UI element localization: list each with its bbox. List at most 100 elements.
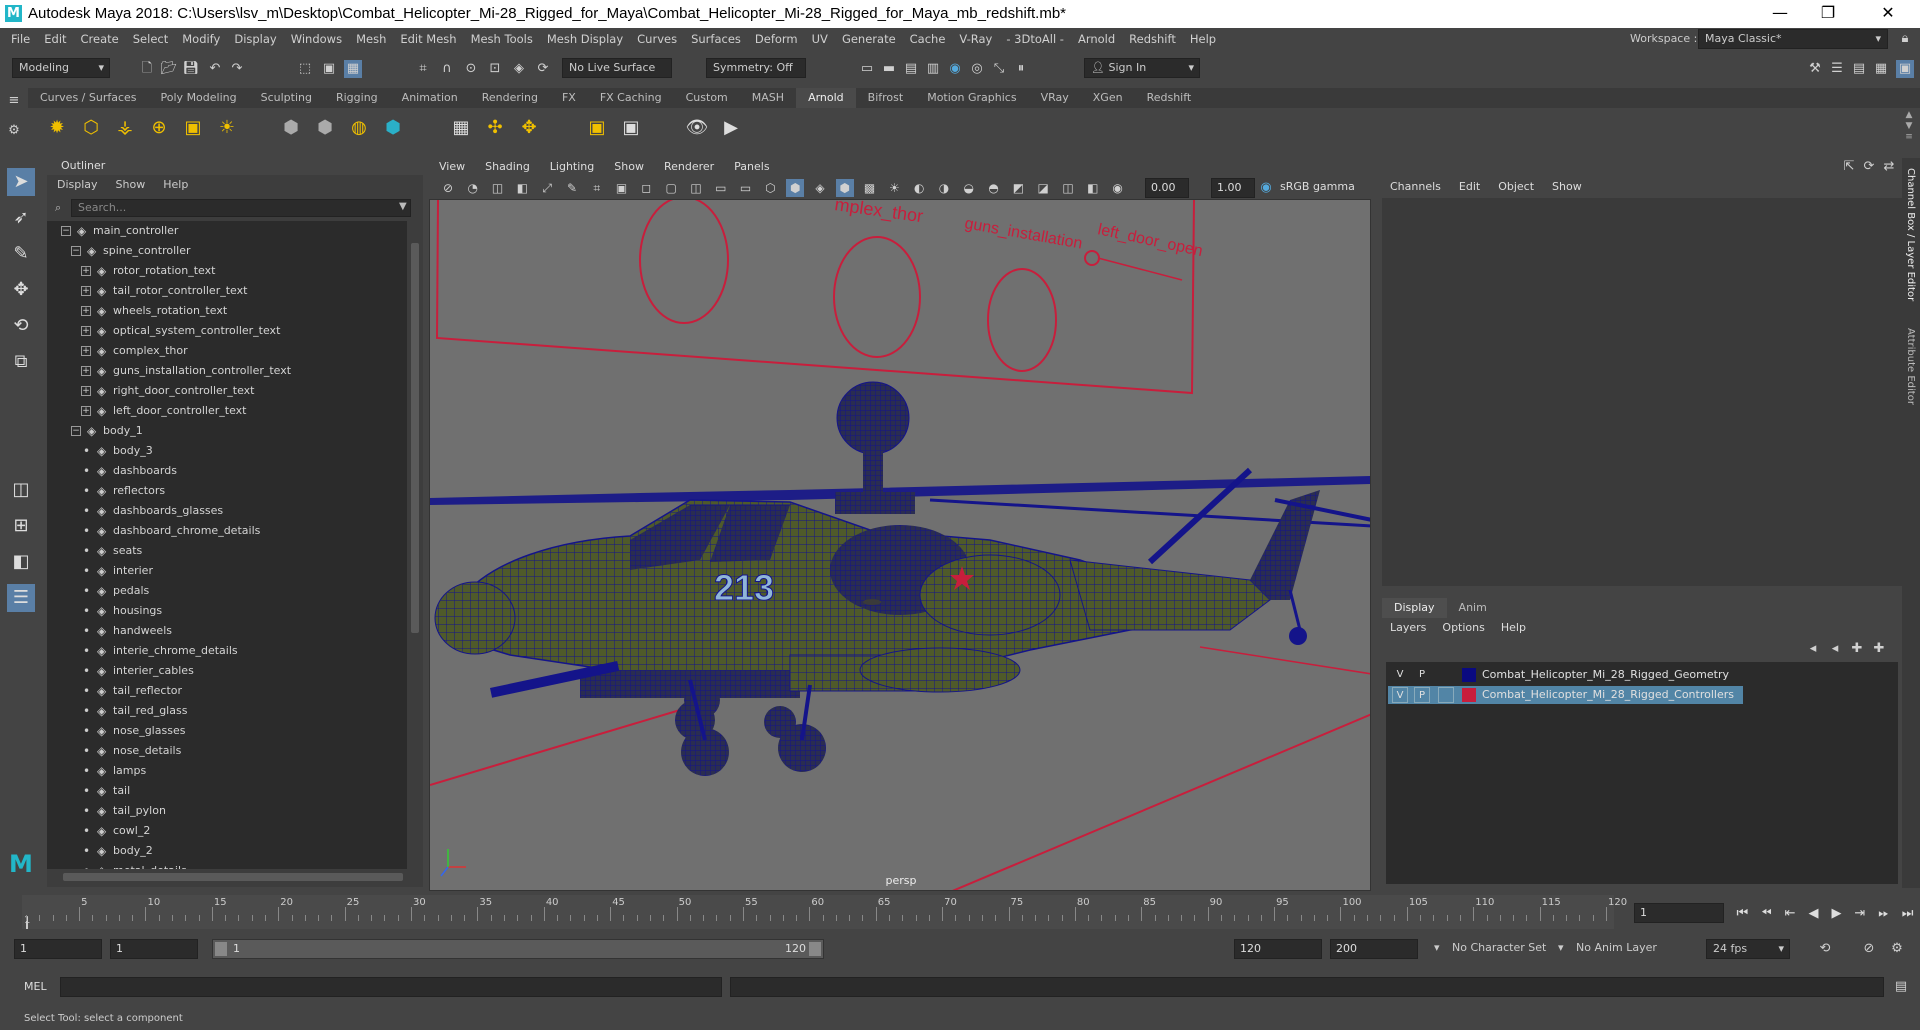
character-icon[interactable]: ☰	[1828, 60, 1846, 78]
outliner-item[interactable]: • ◈ tail_pylon	[47, 801, 407, 821]
outliner-menu-display[interactable]: Display	[57, 175, 98, 195]
search-options-icon[interactable]: ▼	[399, 201, 407, 212]
mel-label[interactable]: MEL	[24, 974, 47, 1000]
refresh-icon[interactable]: ⟳	[1860, 158, 1878, 176]
outliner-item[interactable]: • ◈ interier	[47, 561, 407, 581]
outliner-menu-help[interactable]: Help	[163, 175, 188, 195]
shelf-tab-mash[interactable]: MASH	[740, 88, 796, 108]
arnold-export-icon[interactable]: ▣	[618, 116, 644, 140]
isolate-select-icon[interactable]: ◩	[1009, 179, 1027, 197]
outliner-item[interactable]: • ◈ body_3	[47, 441, 407, 461]
menu-file[interactable]: File	[4, 28, 37, 50]
go-to-end-icon[interactable]: ⏭︎	[1902, 906, 1914, 921]
attribute-editor-tab[interactable]: Attribute Editor	[1905, 328, 1916, 405]
minimize-icon[interactable]: —	[1770, 3, 1790, 23]
menu-help[interactable]: Help	[1183, 28, 1223, 50]
skydome-light-icon[interactable]: ✹	[44, 116, 70, 140]
loop-icon[interactable]: ⟲	[1816, 940, 1834, 958]
outliner-item[interactable]: • ◈ nose_glasses	[47, 721, 407, 741]
paint-select-icon[interactable]: ✎	[7, 240, 35, 268]
outliner-item[interactable]: • ◈ lamps	[47, 761, 407, 781]
single-pane-layout-icon[interactable]: ◫	[7, 476, 35, 504]
go-to-start-icon[interactable]: ⏮︎	[1736, 906, 1748, 921]
lock-camera-icon[interactable]: ◔	[464, 179, 482, 197]
outliner-item[interactable]: − ◈ main_controller	[47, 221, 407, 241]
sign-in-button[interactable]: 👤︎ Sign In ▾	[1084, 58, 1200, 78]
move-layer-down-icon[interactable]: ◂	[1826, 640, 1844, 658]
render-icon[interactable]: ▭	[858, 60, 876, 78]
play-backwards-icon[interactable]: ◀	[1808, 906, 1818, 921]
tool-settings-icon[interactable]: ▦	[1872, 60, 1890, 78]
select-tool-icon[interactable]: ➤	[7, 168, 35, 196]
outliner-item[interactable]: + ◈ left_door_controller_text	[47, 401, 407, 421]
exposure-icon[interactable]: ◉	[1109, 179, 1127, 197]
outliner-item[interactable]: + ◈ optical_system_controller_text	[47, 321, 407, 341]
color-management-icon[interactable]: ◉	[1257, 179, 1275, 197]
step-back-frame-icon[interactable]: ⇤	[1785, 906, 1796, 921]
textured-icon[interactable]: ▩	[861, 179, 879, 197]
select-camera-icon[interactable]: ⊘	[439, 179, 457, 197]
time-ticks[interactable]: 1 5 10 15 20 25 30 35 40 45 50 55 60 65 70 75 80 85 90 95 1…	[22, 895, 1627, 929]
area-light-icon[interactable]: ⬡	[78, 116, 104, 140]
snap-surface-icon[interactable]: ◈	[510, 60, 528, 78]
anim-prefs-icon[interactable]: ⚙︎	[1888, 940, 1906, 958]
menu-uv[interactable]: UV	[805, 28, 835, 50]
menu-deform[interactable]: Deform	[748, 28, 805, 50]
live-surface-field[interactable]: No Live Surface	[562, 58, 672, 78]
menu-modify[interactable]: Modify	[175, 28, 227, 50]
snap-view-icon[interactable]: ⊡	[486, 60, 504, 78]
wireframe-icon[interactable]: ⬡	[761, 179, 779, 197]
outliner-item[interactable]: • ◈ tail_reflector	[47, 681, 407, 701]
range-end-handle[interactable]	[809, 942, 821, 956]
menu-windows[interactable]: Windows	[284, 28, 349, 50]
outliner-item[interactable]: • ◈ housings	[47, 601, 407, 621]
smooth-shade-icon[interactable]: ⬢	[786, 179, 805, 197]
menu-cache[interactable]: Cache	[903, 28, 953, 50]
menu-3dtoall[interactable]: - 3DtoAll -	[999, 28, 1071, 50]
menu-v-ray[interactable]: V-Ray	[952, 28, 999, 50]
wireframe-on-shaded-icon[interactable]: ⬢	[835, 179, 854, 197]
shelf-tab-bifrost[interactable]: Bifrost	[856, 88, 916, 108]
layer-color-swatch[interactable]	[1462, 688, 1476, 702]
shelf-tab-redshift[interactable]: Redshift	[1135, 88, 1204, 108]
mode-dropdown[interactable]: Modeling ▾	[12, 58, 110, 78]
layer-playback-toggle[interactable]: P	[1414, 667, 1430, 683]
outliner-item[interactable]: • ◈ cowl_2	[47, 821, 407, 841]
bookmark-icon[interactable]: ◫	[489, 179, 507, 197]
menu-mesh-tools[interactable]: Mesh Tools	[464, 28, 540, 50]
film-gate-icon[interactable]: ▣	[613, 179, 631, 197]
standin-icon[interactable]: ⬢	[278, 116, 304, 140]
outliner-item[interactable]: • ◈ interier_cables	[47, 661, 407, 681]
modeling-toolkit-icon[interactable]: ⚒︎	[1806, 60, 1824, 78]
menu-display[interactable]: Display	[227, 28, 283, 50]
viewport-menu-shading[interactable]: Shading	[485, 158, 530, 176]
outliner-scrollbar[interactable]	[409, 221, 421, 869]
camera-icon[interactable]: ◎	[968, 60, 986, 78]
default-material-icon[interactable]: ◈	[811, 179, 829, 197]
outliner-item[interactable]: + ◈ complex_thor	[47, 341, 407, 361]
close-icon[interactable]: ✕	[1878, 3, 1898, 23]
animation-start-field[interactable]: 1	[14, 939, 102, 959]
outliner-item[interactable]: + ◈ rotor_rotation_text	[47, 261, 407, 281]
menu-mesh-display[interactable]: Mesh Display	[540, 28, 630, 50]
mel-input[interactable]	[60, 977, 722, 997]
layer-row[interactable]: V P Combat_Helicopter_Mi_28_Rigged_Control…	[1388, 686, 1743, 704]
two-pane-layout-icon[interactable]: ◧	[7, 548, 35, 576]
viewport-menu-lighting[interactable]: Lighting	[550, 158, 594, 176]
layer-visibility-toggle[interactable]: V	[1392, 687, 1408, 703]
scrollbar-thumb[interactable]	[63, 873, 403, 881]
ipr-icon[interactable]: ◉	[946, 60, 964, 78]
shelf-tab-arnold[interactable]: Arnold	[796, 88, 856, 108]
expand-icon[interactable]: +	[81, 386, 91, 396]
menu-select[interactable]: Select	[126, 28, 175, 50]
script-editor-icon[interactable]: ▤	[1892, 978, 1910, 996]
expand-icon[interactable]: +	[81, 286, 91, 296]
symmetry-dropdown[interactable]: Symmetry: Off	[706, 58, 806, 78]
image-plane-icon[interactable]: ◧	[513, 179, 531, 197]
outliner-item[interactable]: • ◈ pedals	[47, 581, 407, 601]
anti-alias-icon[interactable]: ◓	[985, 179, 1003, 197]
undo-icon[interactable]: ↶	[206, 60, 224, 78]
license-icon[interactable]: ✥	[516, 116, 542, 140]
channelbox-menu-channels[interactable]: Channels	[1390, 176, 1441, 198]
layer-menu-help[interactable]: Help	[1501, 618, 1526, 638]
